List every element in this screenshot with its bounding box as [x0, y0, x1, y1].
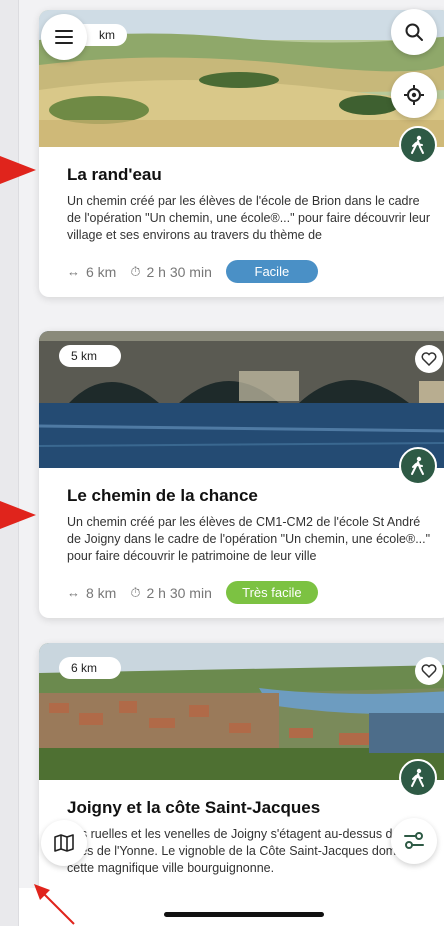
app-screen: km La rand'eau Un chemin créé par les él… [18, 0, 444, 926]
locate-icon [404, 85, 424, 105]
heart-icon[interactable] [415, 657, 443, 685]
trail-description: Un chemin créé par les élèves de CM1-CM2… [67, 515, 431, 563]
menu-icon [55, 30, 73, 44]
annotation-arrow [0, 156, 36, 184]
home-indicator [164, 912, 324, 917]
heart-icon[interactable] [415, 345, 443, 373]
trail-description: Les ruelles et les venelles de Joigny s'… [67, 827, 413, 875]
trail-description: Un chemin créé par les élèves de l'école… [67, 194, 431, 242]
hiker-icon [399, 447, 437, 485]
difficulty-badge: Facile [225, 260, 318, 283]
bottom-bar [19, 888, 444, 926]
trail-distance: 8 km [86, 584, 117, 601]
filter-button[interactable] [391, 818, 437, 864]
annotation-arrow [0, 501, 36, 529]
trail-photo: 5 km [39, 331, 444, 468]
trail-title: Joigny et la côte Saint-Jacques [67, 798, 321, 817]
difficulty-badge: Très facile [225, 581, 318, 604]
hiker-icon [399, 759, 437, 797]
menu-button[interactable] [41, 14, 87, 60]
trail-card-2[interactable]: 5 km Le chemin de la chance Un chemin cr… [39, 331, 444, 618]
trail-photo: 6 km [39, 643, 444, 780]
arrows-icon: ↔ [67, 264, 80, 279]
locate-button[interactable] [391, 72, 437, 118]
hiker-icon [399, 126, 437, 164]
map-icon [54, 834, 74, 852]
trail-duration: 2 h 30 min [146, 263, 212, 280]
trail-duration: 2 h 30 min [146, 584, 212, 601]
trail-card-1[interactable]: km La rand'eau Un chemin créé par les él… [39, 10, 444, 297]
annotation-arrow [34, 884, 75, 925]
map-button[interactable] [41, 820, 87, 866]
filter-icon [404, 832, 424, 849]
search-button[interactable] [391, 9, 437, 55]
trail-card-3[interactable]: 6 km Joigny et la côte Saint-Jacques Les… [39, 643, 444, 913]
search-icon [405, 23, 423, 41]
distance-badge: 6 km [59, 657, 121, 679]
trail-title: Le chemin de la chance [67, 486, 258, 505]
distance-badge: 5 km [59, 345, 121, 367]
timer-icon: ⏱ [130, 584, 141, 600]
trail-meta: ↔ 8 km ⏱ 2 h 30 min Très facile [67, 581, 431, 604]
trail-photo: km [39, 10, 444, 147]
trail-meta: ↔ 6 km ⏱ 2 h 30 min Facile [67, 260, 431, 283]
timer-icon: ⏱ [130, 263, 141, 279]
trail-title: La rand'eau [67, 165, 162, 184]
arrows-icon: ↔ [67, 585, 80, 600]
trail-distance: 6 km [86, 263, 117, 280]
